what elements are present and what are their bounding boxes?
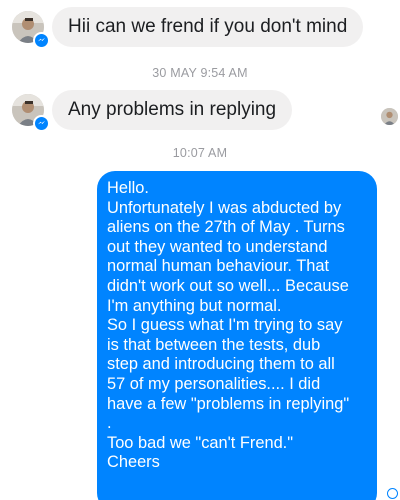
message-line: have a few "problems in replying" bbox=[107, 394, 350, 413]
sent-status-icon bbox=[387, 488, 398, 499]
message-line: didn't work out so well... Because bbox=[107, 276, 349, 295]
timestamp: 10:07 AM bbox=[172, 146, 228, 160]
message-line: Hello. bbox=[107, 179, 149, 197]
message-line: Cheers bbox=[107, 453, 160, 472]
conversation-thread: Hii can we frend if you don't mind 30 MA… bbox=[0, 0, 400, 500]
seen-indicator-avatar bbox=[381, 108, 398, 125]
incoming-message-text: Hii can we frend if you don't mind bbox=[68, 16, 348, 37]
message-line: is that between the tests, dub bbox=[107, 335, 321, 354]
message-line: . bbox=[107, 414, 112, 433]
message-line: step and introducing them to all bbox=[107, 355, 335, 374]
message-line: aliens on the 27th of May . Turns bbox=[107, 218, 345, 237]
incoming-message: Hii can we frend if you don't mind bbox=[52, 7, 364, 47]
message-line: Unfortunately I was abducted by bbox=[107, 198, 342, 217]
outgoing-message: Hello. Unfortunately I was abducted by a… bbox=[97, 171, 377, 500]
message-line: So I guess what I'm trying to say bbox=[107, 316, 343, 335]
messenger-badge-icon bbox=[33, 115, 50, 132]
message-line: 57 of my personalities.... I did bbox=[107, 374, 321, 393]
message-line: out they wanted to understand bbox=[107, 237, 328, 256]
message-line: Too bad we "can't Frend." bbox=[107, 433, 294, 452]
incoming-message-text: Any problems in replying bbox=[68, 99, 277, 120]
incoming-message: Any problems in replying bbox=[52, 90, 293, 130]
message-line: normal human behaviour. That bbox=[107, 257, 330, 276]
timestamp: 30 MAY 9:54 AM bbox=[152, 66, 248, 80]
person-photo-icon bbox=[381, 108, 398, 125]
message-line: I'm anything but normal. bbox=[107, 296, 282, 315]
messenger-badge-icon bbox=[33, 32, 50, 49]
